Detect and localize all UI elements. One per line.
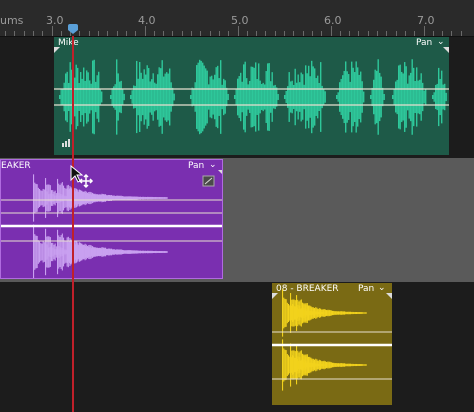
ruler-label-3: 3.0 [46, 14, 64, 27]
ruler-label-5: 5.0 [231, 14, 249, 27]
fade-out-handle[interactable] [386, 293, 392, 299]
ruler-unit-label: ums [0, 14, 24, 27]
level-meter-icon [62, 139, 70, 147]
fade-in-handle[interactable] [272, 293, 278, 299]
clip-breaker-purple[interactable]: EAKER Pan ⌄ [0, 159, 223, 279]
ruler-label-4: 4.0 [138, 14, 156, 27]
clip-breaker-yellow[interactable]: 08 - BREAKER Pan ⌄ [272, 283, 392, 405]
fade-out-handle[interactable] [218, 170, 223, 176]
mouse-pointer-icon [70, 165, 94, 189]
waveform-breaker-yellow [272, 289, 392, 391]
fade-out-handle[interactable] [443, 47, 449, 53]
waveform-breaker-purple [1, 170, 223, 278]
ruler-label-6: 6.0 [324, 14, 342, 27]
ruler-label-7: 7.0 [417, 14, 435, 27]
timeline-ruler[interactable]: ums 3.0 4.0 5.0 6.0 7.0 [0, 0, 474, 37]
clip-mike[interactable]: Mike Pan ⌄ [54, 37, 449, 155]
fade-in-handle[interactable] [54, 47, 60, 53]
playhead-line[interactable] [72, 36, 74, 412]
move-icon [78, 173, 94, 189]
waveform-mike [54, 47, 449, 147]
